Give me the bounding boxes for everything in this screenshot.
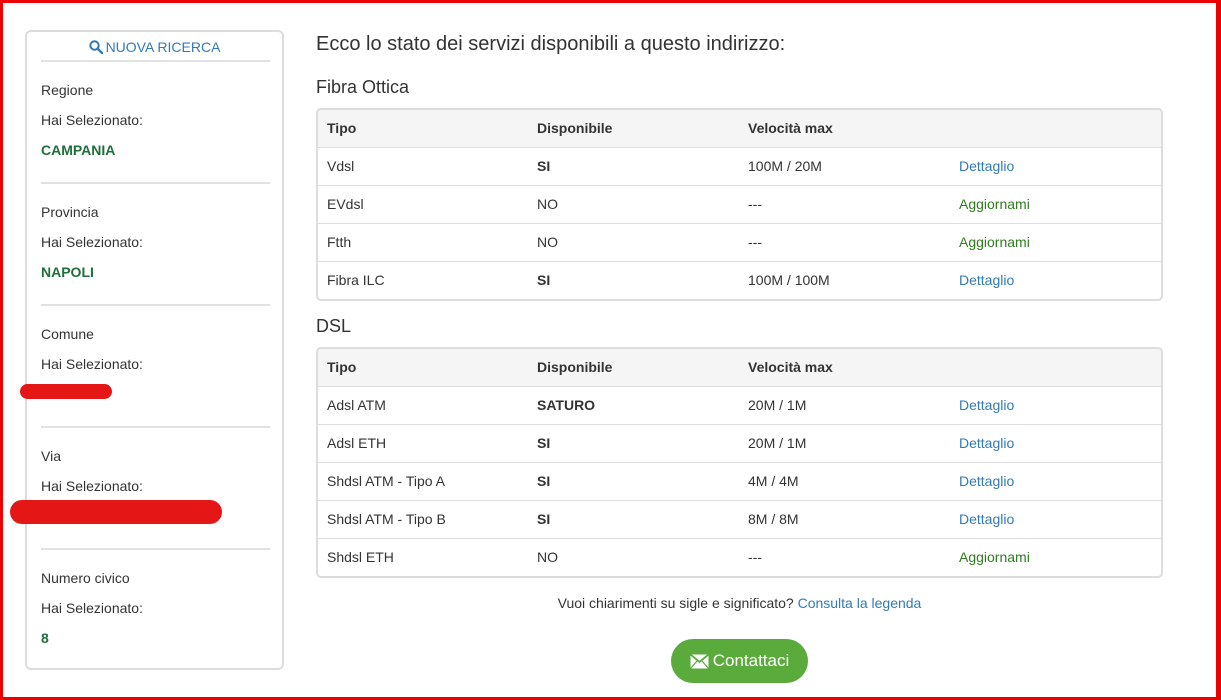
tipo-cell: Fibra ILC (327, 272, 385, 288)
divider (41, 304, 270, 306)
redaction-mark-via (10, 500, 222, 524)
legend-help-text: Vuoi chiarimenti su sigle e significato?… (316, 595, 1163, 611)
new-search-link[interactable]: NUOVA RICERCA (27, 39, 282, 55)
page-heading: Ecco lo stato dei servizi disponibili a … (316, 33, 786, 55)
tipo-cell: Ftth (327, 234, 352, 250)
table-row: Ftth NO --- Aggiornami (318, 223, 1161, 261)
numero-civico-selected-label: Hai Selezionato: (41, 600, 143, 616)
tipo-cell: EVdsl (327, 196, 364, 212)
velocita-cell: 8M / 8M (748, 511, 799, 527)
dettaglio-link[interactable]: Dettaglio (959, 387, 1014, 424)
table-row: Shdsl ETH NO --- Aggiornami (318, 538, 1161, 576)
search-icon (88, 40, 103, 55)
column-header-velocita: Velocità max (748, 120, 833, 136)
regione-selected-label: Hai Selezionato: (41, 112, 143, 128)
velocita-cell: 4M / 4M (748, 473, 799, 489)
table-row: Vdsl SI 100M / 20M Dettaglio (318, 147, 1161, 185)
numero-civico-label: Numero civico (41, 570, 130, 586)
tipo-cell: Shdsl ETH (327, 549, 394, 565)
dettaglio-link[interactable]: Dettaglio (959, 463, 1014, 500)
disponibile-cell: NO (537, 234, 558, 250)
table-row: Shdsl ATM - Tipo B SI 8M / 8M Dettaglio (318, 500, 1161, 538)
comune-selected-label: Hai Selezionato: (41, 356, 143, 372)
dettaglio-link[interactable]: Dettaglio (959, 148, 1014, 185)
legend-question: Vuoi chiarimenti su sigle e significato? (557, 595, 794, 611)
column-header-disponibile: Disponibile (537, 120, 613, 136)
tipo-cell: Shdsl ATM - Tipo A (327, 473, 446, 489)
velocita-cell: 100M / 100M (748, 272, 830, 288)
via-label: Via (41, 448, 61, 464)
table-row: Fibra ILC SI 100M / 100M Dettaglio (318, 261, 1161, 299)
envelope-icon (689, 653, 709, 669)
disponibile-cell: NO (537, 196, 558, 212)
divider (41, 182, 270, 184)
divider (41, 60, 270, 62)
tipo-cell: Adsl ETH (327, 435, 387, 451)
dettaglio-link[interactable]: Dettaglio (959, 501, 1014, 538)
disponibile-cell: SI (537, 511, 551, 527)
column-header-tipo: Tipo (327, 120, 357, 136)
comune-label: Comune (41, 326, 94, 342)
column-header-disponibile: Disponibile (537, 359, 613, 375)
aggiornami-link[interactable]: Aggiornami (959, 186, 1030, 223)
fibra-section-title: Fibra Ottica (316, 77, 410, 97)
legend-link[interactable]: Consulta la legenda (798, 595, 922, 611)
new-search-label: NUOVA RICERCA (105, 39, 221, 55)
dettaglio-link[interactable]: Dettaglio (959, 262, 1014, 299)
disponibile-cell: SI (537, 435, 551, 451)
dettaglio-link[interactable]: Dettaglio (959, 425, 1014, 462)
tipo-cell: Shdsl ATM - Tipo B (327, 511, 446, 527)
divider (41, 548, 270, 550)
via-selected-label: Hai Selezionato: (41, 478, 143, 494)
provincia-value: NAPOLI (41, 264, 94, 280)
velocita-cell: --- (748, 549, 762, 565)
numero-civico-value: 8 (41, 630, 49, 646)
disponibile-cell: SATURO (537, 397, 596, 413)
table-row: EVdsl NO --- Aggiornami (318, 185, 1161, 223)
fibra-services-table: Tipo Disponibile Velocità max Vdsl SI 10… (316, 108, 1163, 301)
disponibile-cell: SI (537, 272, 551, 288)
aggiornami-link[interactable]: Aggiornami (959, 224, 1030, 261)
regione-value: CAMPANIA (41, 142, 116, 158)
table-header-row: Tipo Disponibile Velocità max (318, 110, 1161, 147)
tipo-cell: Vdsl (327, 158, 355, 174)
table-row: Shdsl ATM - Tipo A SI 4M / 4M Dettaglio (318, 462, 1161, 500)
velocita-cell: 20M / 1M (748, 397, 807, 413)
disponibile-cell: SI (537, 158, 551, 174)
velocita-cell: 100M / 20M (748, 158, 822, 174)
disponibile-cell: SI (537, 473, 551, 489)
regione-label: Regione (41, 82, 94, 98)
table-header-row: Tipo Disponibile Velocità max (318, 349, 1161, 386)
dsl-section-title: DSL (316, 316, 352, 336)
provincia-selected-label: Hai Selezionato: (41, 234, 143, 250)
table-row: Adsl ATM SATURO 20M / 1M Dettaglio (318, 386, 1161, 424)
velocita-cell: --- (748, 234, 762, 250)
column-header-tipo: Tipo (327, 359, 357, 375)
aggiornami-link[interactable]: Aggiornami (959, 539, 1030, 576)
search-summary-sidebar: NUOVA RICERCA Regione Hai Selezionato: C… (25, 30, 284, 670)
dsl-services-table: Tipo Disponibile Velocità max Adsl ATM S… (316, 347, 1163, 578)
provincia-label: Provincia (41, 204, 99, 220)
velocita-cell: --- (748, 196, 762, 212)
disponibile-cell: NO (537, 549, 558, 565)
velocita-cell: 20M / 1M (748, 435, 807, 451)
table-row: Adsl ETH SI 20M / 1M Dettaglio (318, 424, 1161, 462)
contact-button[interactable]: Contattaci (671, 639, 808, 683)
contact-button-label: Contattaci (712, 651, 790, 670)
redaction-mark-comune (20, 384, 112, 399)
screenshot-frame-edge (1216, 0, 1219, 700)
divider (41, 426, 270, 428)
tipo-cell: Adsl ATM (327, 397, 386, 413)
column-header-velocita: Velocità max (748, 359, 833, 375)
